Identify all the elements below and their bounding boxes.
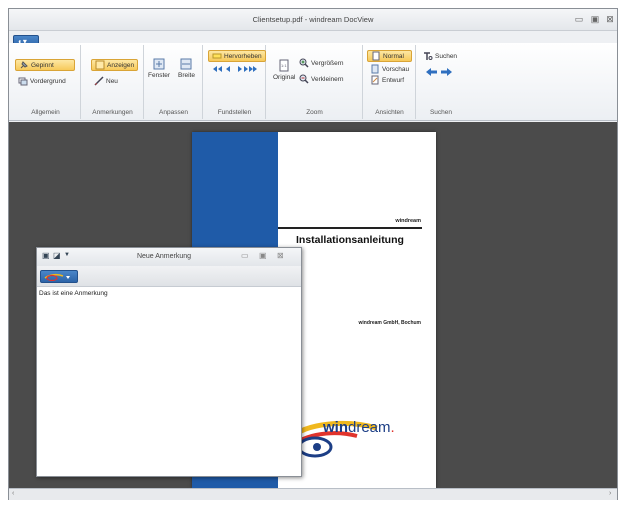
page-document-title: Installationsanleitung <box>296 234 404 246</box>
hervorheben-label: Hervorheben <box>224 52 262 60</box>
vergroessern-label: Vergrößern <box>311 59 344 67</box>
verkleinern-button[interactable]: Verkleinern <box>299 73 344 85</box>
ribbon-group-fundstellen: Hervorheben Fundstellen <box>204 45 266 119</box>
note-toolbar <box>37 266 301 287</box>
foreground-icon <box>18 77 28 86</box>
ribbon-group-suchen: Suchen Suchen <box>417 45 465 119</box>
note-dropdown-icon[interactable]: ▼ <box>64 252 70 258</box>
page-rule <box>278 227 422 229</box>
pin-icon <box>20 61 28 69</box>
fenster-button[interactable]: Fenster <box>148 57 170 79</box>
fit-width-icon <box>180 58 192 70</box>
ribbon: Gepinnt Vordergrund Allgemein Anzeigen N… <box>9 43 617 121</box>
vergroessern-button[interactable]: Vergrößern <box>299 57 344 69</box>
draft-icon <box>371 75 379 85</box>
vorschau-label: Vorschau <box>382 65 410 73</box>
ribbon-group-anmerkungen: Anzeigen Neu Anmerkungen <box>82 45 144 119</box>
horizontal-scrollbar[interactable]: ‹ › <box>9 488 617 500</box>
group-label-zoom: Zoom <box>306 109 323 116</box>
normal-view-icon <box>372 51 380 61</box>
normal-label: Normal <box>383 52 404 60</box>
gepinnt-label: Gepinnt <box>31 61 54 69</box>
ribbon-group-ansichten: Normal Vorschau Entwurf Ansichten <box>364 45 416 119</box>
note-title: Neue Anmerkung <box>136 253 192 260</box>
search-navigation-arrows-icon[interactable] <box>425 67 453 77</box>
show-notes-icon <box>95 60 105 70</box>
ribbon-group-zoom: 1:1 Original Vergrößern Verkleinern Zoom <box>267 45 363 119</box>
group-label-anmerkungen: Anmerkungen <box>92 109 133 116</box>
highlight-icon <box>212 53 222 59</box>
maximize-icon[interactable]: ▣ <box>588 13 602 25</box>
entwurf-label: Entwurf <box>382 76 405 84</box>
group-label-anpassen: Anpassen <box>159 109 188 116</box>
minimize-icon[interactable]: ▭ <box>572 13 586 25</box>
note-menu-icon <box>44 273 70 281</box>
find-navigation-icon[interactable] <box>212 65 258 73</box>
svg-text:1:1: 1:1 <box>281 63 287 68</box>
logo-text-dot: . <box>390 419 395 436</box>
windream-logo-text: windream. <box>323 419 395 436</box>
note-title-bar[interactable]: ▣ ◪ ▼ Neue Anmerkung ▭ ▣ ⊠ <box>37 248 301 266</box>
suchen-button[interactable]: Suchen <box>423 50 457 62</box>
app-window: Clientsetup.pdf - windream DocView ▭ ▣ ⊠… <box>8 8 618 500</box>
verkleinern-label: Verkleinern <box>311 75 344 83</box>
scroll-left-icon[interactable]: ‹ <box>12 490 14 497</box>
vordergrund-button[interactable]: Vordergrund <box>18 75 66 87</box>
note-text[interactable]: Das ist eine Anmerkung <box>39 290 108 297</box>
fit-window-icon <box>153 58 165 70</box>
note-edit-icon[interactable]: ◪ <box>53 251 61 260</box>
logo-text-dream: dream <box>348 419 391 436</box>
entwurf-button[interactable]: Entwurf <box>370 74 404 86</box>
original-size-icon: 1:1 <box>279 59 289 72</box>
search-icon <box>424 52 433 60</box>
title-bar: Clientsetup.pdf - windream DocView ▭ ▣ ⊠ <box>9 9 617 31</box>
logo-text-win: win <box>323 419 348 436</box>
suchen-label: Suchen <box>435 52 458 60</box>
zoom-out-icon <box>299 74 309 84</box>
fenster-label: Fenster <box>148 72 171 79</box>
window-title: Clientsetup.pdf - windream DocView <box>252 15 374 24</box>
anzeigen-label: Anzeigen <box>107 61 135 69</box>
close-icon[interactable]: ⊠ <box>603 13 617 25</box>
vordergrund-label: Vordergrund <box>30 77 66 85</box>
document-workspace[interactable]: windream Installationsanleitung windream… <box>9 122 617 488</box>
page-company: windream GmbH, Bochum <box>358 320 421 326</box>
note-maximize-icon[interactable]: ▣ <box>259 251 267 260</box>
note-window[interactable]: ▣ ◪ ▼ Neue Anmerkung ▭ ▣ ⊠ Das ist eine … <box>36 247 302 477</box>
group-label-allgemein: Allgemein <box>31 109 60 116</box>
scroll-right-icon[interactable]: › <box>609 490 611 497</box>
original-button[interactable]: 1:1 Original <box>273 59 295 81</box>
group-label-ansichten: Ansichten <box>375 109 404 116</box>
ribbon-group-allgemein: Gepinnt Vordergrund Allgemein <box>11 45 81 119</box>
note-menu-button[interactable] <box>40 270 78 283</box>
normal-view-button[interactable]: Normal <box>367 50 412 62</box>
note-close-icon[interactable]: ⊠ <box>277 251 284 260</box>
anzeigen-button[interactable]: Anzeigen <box>91 59 139 71</box>
note-save-icon[interactable]: ▣ <box>42 251 50 260</box>
hervorheben-button[interactable]: Hervorheben <box>208 50 266 62</box>
group-label-fundstellen: Fundstellen <box>217 109 252 116</box>
note-minimize-icon[interactable]: ▭ <box>241 251 249 260</box>
neu-button[interactable]: Neu <box>94 75 118 87</box>
zoom-in-icon <box>299 58 309 68</box>
breite-button[interactable]: Breite <box>178 57 195 79</box>
breite-label: Breite <box>178 72 195 79</box>
neu-label: Neu <box>106 77 118 85</box>
original-label: Original <box>273 74 296 81</box>
page-brand-small: windream <box>395 218 421 224</box>
ribbon-group-anpassen: Fenster Breite Anpassen <box>145 45 203 119</box>
gepinnt-button[interactable]: Gepinnt <box>15 59 75 71</box>
new-note-icon <box>94 76 104 86</box>
preview-icon <box>371 64 379 74</box>
group-label-suchen: Suchen <box>429 109 453 116</box>
